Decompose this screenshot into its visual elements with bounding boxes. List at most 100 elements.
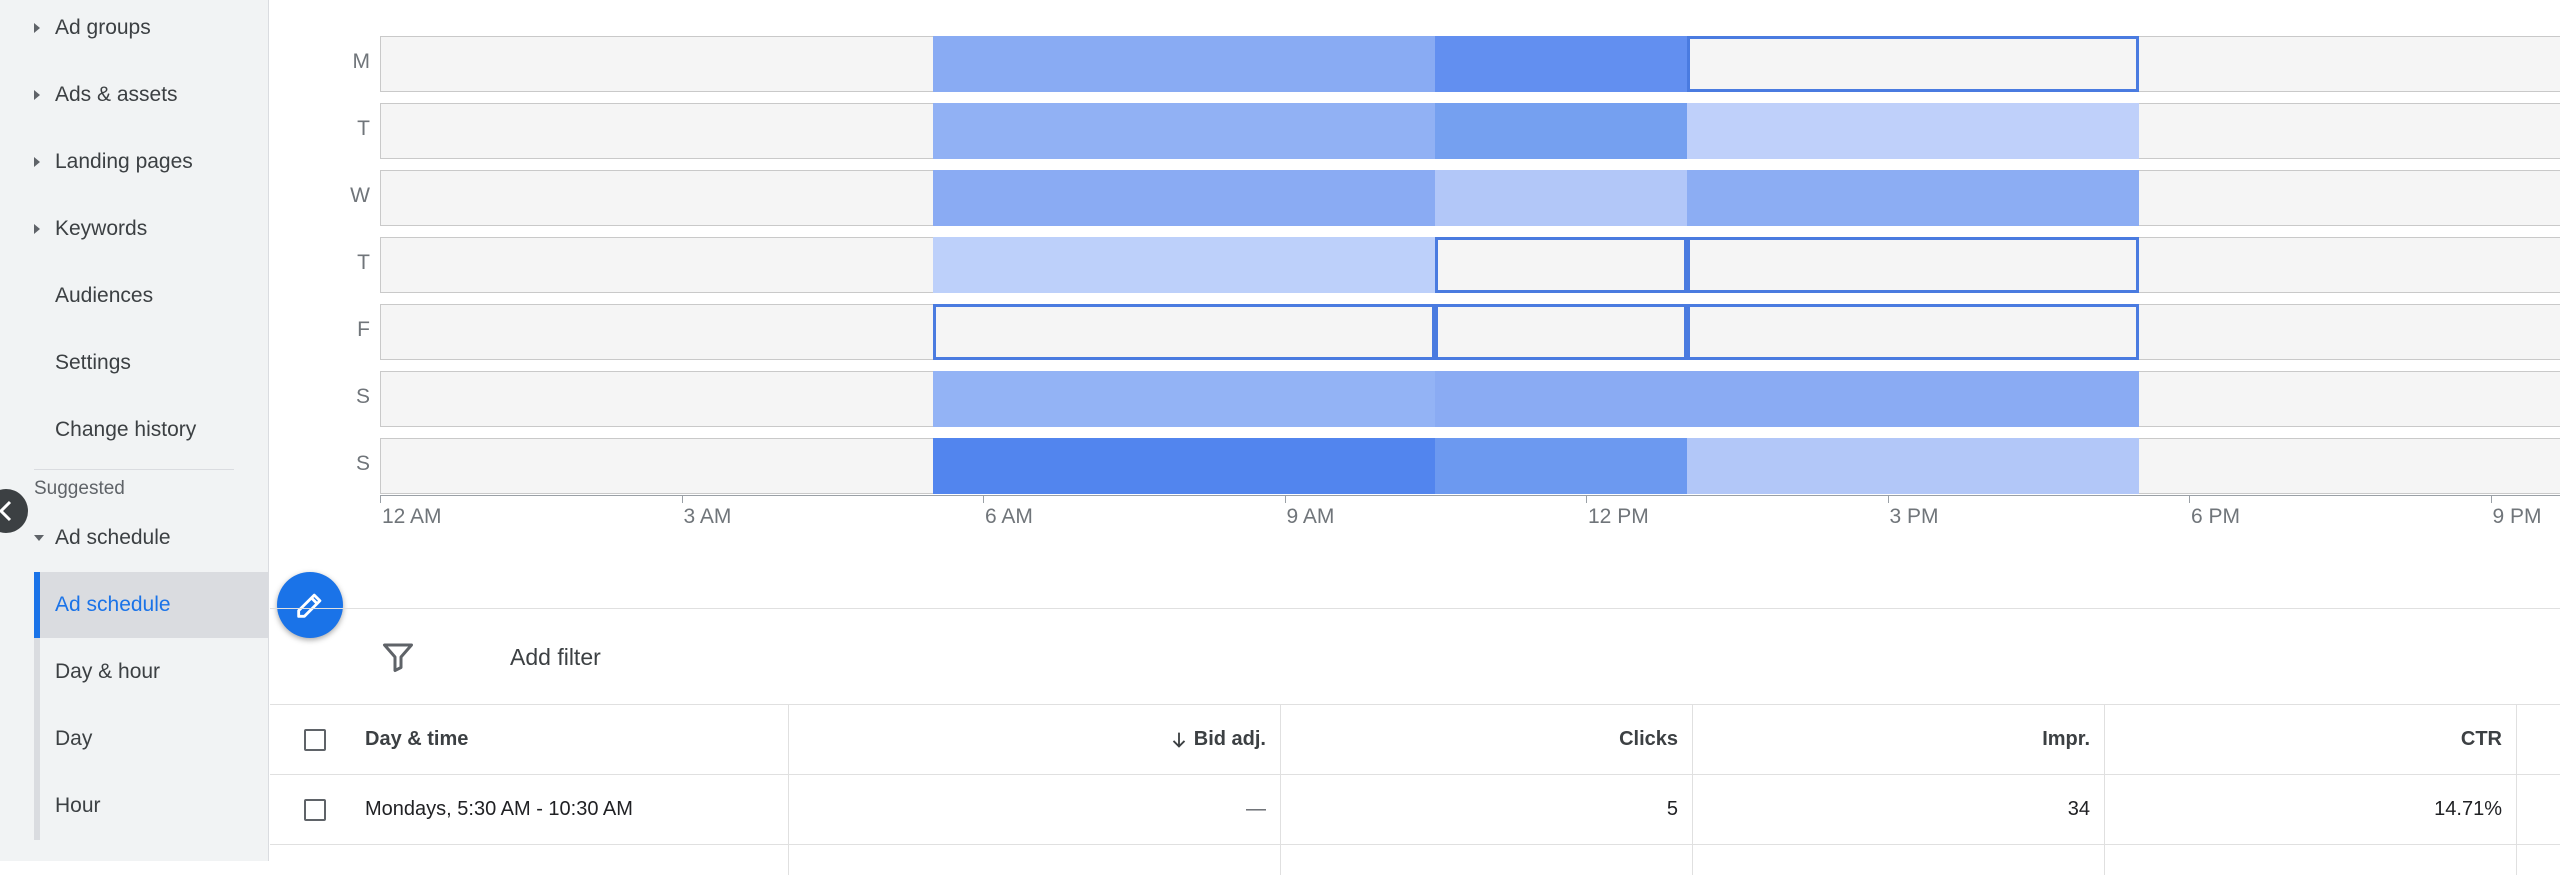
column-header-label: Bid adj.: [1193, 728, 1266, 750]
column-header-ctr[interactable]: CTR: [2104, 705, 2516, 774]
time-tick-label: 9 AM: [1286, 505, 1335, 528]
sub-item-label: Day: [55, 727, 93, 750]
nav-item-label: Landing pages: [55, 150, 193, 173]
heatmap-cell[interactable]: [1686, 36, 2139, 92]
time-tick: [2490, 495, 2492, 503]
sub-item-ad-schedule[interactable]: Ad schedule: [34, 572, 269, 638]
cell-value: —: [1246, 798, 1266, 820]
nav-item-label: Keywords: [55, 217, 148, 240]
column-header-clicks[interactable]: Clicks: [1280, 705, 1692, 774]
cell-overflow: [2516, 775, 2560, 844]
column-header-label: Day & time: [365, 728, 469, 750]
cell-value: 34: [2067, 798, 2090, 820]
time-tick-label: 3 AM: [683, 505, 732, 528]
time-tick: [681, 495, 683, 503]
nav-item-landing-pages[interactable]: Landing pages: [0, 129, 269, 195]
sub-item-day-hour[interactable]: Day & hour: [34, 639, 269, 705]
heatmap-cell[interactable]: [1435, 170, 1687, 226]
sub-item-label: Hour: [55, 794, 101, 817]
heatmap-cell[interactable]: [1686, 103, 2139, 159]
time-tick: [1887, 495, 1889, 503]
time-tick-label: 12 AM: [382, 505, 442, 528]
filter-icon[interactable]: [380, 639, 416, 675]
nav-item-ads-assets[interactable]: Ads & assets: [0, 62, 269, 128]
time-tick: [983, 495, 984, 503]
nav-group-label: Ad schedule: [55, 526, 171, 549]
section-divider: [34, 469, 234, 470]
row-select-cell: [270, 775, 360, 844]
cell-bid-adj[interactable]: —: [788, 775, 1280, 844]
cell-impr: 34: [1692, 775, 2104, 844]
heatmap-cell[interactable]: [1435, 304, 1687, 360]
table-row[interactable]: Mondays, 5:30 AM - 10:30 AM — 5 34 14.71…: [270, 775, 2560, 845]
heatmap-cell[interactable]: [932, 103, 1436, 159]
heatmap-cell[interactable]: [932, 438, 1436, 494]
sidebar: Ad groups Ads & assets Landing pages Key…: [0, 0, 269, 861]
cell-value: 14.71%: [2434, 798, 2502, 820]
cell-day-time: Mondays, 5:30 AM - 10:30 AM: [365, 775, 785, 844]
heatmap-cell[interactable]: [932, 371, 1436, 427]
sub-item-label: Ad schedule: [55, 593, 171, 616]
day-label: F: [357, 318, 370, 341]
nav-item-label: Settings: [55, 351, 131, 374]
ad-schedule-heatmap: M T W T F S S 12 AM 3 AM 6 AM 9 AM 12 PM 3 PM 6 PM 9 P…: [270, 0, 2560, 560]
heatmap-cell[interactable]: [1686, 304, 2139, 360]
caret-right-icon: [34, 90, 40, 100]
time-tick: [1284, 495, 1286, 503]
heatmap-cell[interactable]: [1435, 36, 1687, 92]
column-header-label: Impr.: [2042, 728, 2090, 750]
caret-right-icon: [34, 23, 40, 33]
nav-item-label: Change history: [55, 418, 197, 441]
select-all-checkbox[interactable]: [304, 728, 326, 751]
heatmap-cell[interactable]: [1435, 371, 1687, 427]
table-row-partial: [270, 845, 2560, 875]
caret-right-icon: [34, 157, 40, 167]
heatmap-cell[interactable]: [932, 36, 1436, 92]
time-tick-label: 6 AM: [985, 505, 1033, 528]
day-label: S: [355, 452, 370, 475]
nav-group-ad-schedule[interactable]: Ad schedule: [0, 505, 269, 571]
cell-clicks: 5: [1280, 775, 1692, 844]
nav-item-audiences[interactable]: Audiences: [0, 263, 269, 329]
day-label: S: [355, 385, 370, 408]
cell-value: 5: [1666, 798, 1678, 820]
cell-value: Mondays, 5:30 AM - 10:30 AM: [365, 798, 633, 820]
nav-item-label: Ads & assets: [55, 83, 178, 106]
heatmap-cell[interactable]: [1435, 103, 1687, 159]
nav-item-ad-groups[interactable]: Ad groups: [0, 0, 269, 61]
time-tick-label: 12 PM: [1588, 505, 1649, 528]
heatmap-cell[interactable]: [1686, 237, 2139, 293]
column-header-overflow: [2516, 705, 2560, 774]
heatmap-cell[interactable]: [1686, 438, 2139, 494]
column-header-day-time[interactable]: Day & time: [365, 705, 785, 774]
nav-item-label: Audiences: [55, 284, 154, 307]
add-filter-button[interactable]: Add filter: [510, 644, 601, 671]
heatmap-cell[interactable]: [932, 170, 1436, 226]
time-tick: [1586, 495, 1587, 503]
nav-item-label: Ad groups: [55, 16, 151, 39]
caret-right-icon: [34, 224, 40, 234]
heatmap-cell[interactable]: [1686, 371, 2139, 427]
time-tick-label: 6 PM: [2191, 505, 2241, 528]
nav-item-keywords[interactable]: Keywords: [0, 196, 269, 262]
table-header-row: Day & time Bid adj. Clicks Impr. CTR: [270, 705, 2560, 775]
column-header-impr[interactable]: Impr.: [1692, 705, 2104, 774]
heatmap-cell[interactable]: [932, 237, 1436, 293]
column-header-bid-adj[interactable]: Bid adj.: [788, 705, 1280, 774]
heatmap-cell[interactable]: [1435, 237, 1687, 293]
caret-down-icon: [34, 535, 44, 541]
row-checkbox[interactable]: [304, 798, 326, 821]
sub-item-hour[interactable]: Hour: [34, 773, 269, 839]
heatmap-cell[interactable]: [1686, 170, 2139, 226]
time-tick: [2189, 495, 2190, 503]
time-tick-label: 3 PM: [1889, 505, 1939, 528]
heatmap-cell[interactable]: [1435, 438, 1687, 494]
heatmap-cell[interactable]: [932, 304, 1436, 360]
day-label: T: [357, 251, 370, 274]
sub-item-day[interactable]: Day: [34, 706, 269, 772]
time-tick-label: 9 PM: [2492, 505, 2542, 528]
nav-item-change-history[interactable]: Change history: [0, 397, 269, 463]
chevron-left-icon: [0, 500, 12, 522]
filter-bar: Add filter: [270, 608, 2560, 705]
nav-item-settings[interactable]: Settings: [0, 330, 269, 396]
